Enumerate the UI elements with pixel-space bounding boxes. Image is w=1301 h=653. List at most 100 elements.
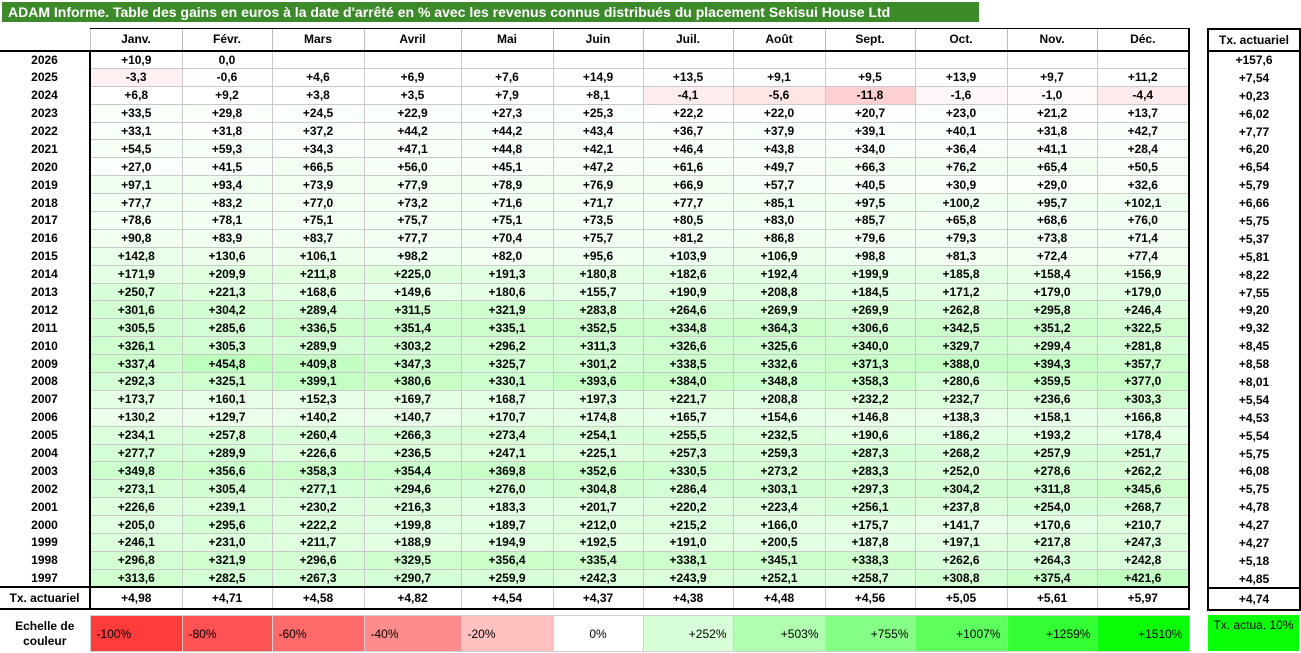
gain-cell: -4,1 <box>642 85 734 105</box>
gain-cell: +234,1 <box>89 425 183 445</box>
gain-cell: +193,2 <box>1006 425 1098 445</box>
gain-cell: +334,8 <box>642 318 734 338</box>
actuarial-rate-header: Tx. actuariel <box>1207 28 1301 52</box>
gain-cell: +409,8 <box>271 354 365 374</box>
actuarial-row: +8,01 <box>1207 373 1301 391</box>
gain-cell: +77,4 <box>1096 246 1190 266</box>
gain-cell: +295,6 <box>181 515 273 535</box>
month-header: Avril <box>363 28 461 52</box>
gain-cell: +81,2 <box>642 228 734 248</box>
table-row: 2026 +10,9 0,0 <box>0 50 1190 69</box>
gain-cell: +273,4 <box>460 425 554 445</box>
actuarial-row: +4,27 <box>1207 516 1301 535</box>
gain-cell: +325,7 <box>460 354 554 374</box>
month-header-row: Janv. Févr. Mars Avril Mai Juin Juil. Août Sept.… <box>0 28 1190 52</box>
gain-cell: +166,0 <box>732 515 826 535</box>
table-row: 2004 +277,7 +289,9 +226,6 +236,5 +247,1 +225,1… <box>0 443 1190 463</box>
gain-cell: +80,5 <box>642 211 734 230</box>
gain-cell: +95,7 <box>1006 193 1098 213</box>
actuarial-row: +7,54 <box>1207 68 1301 87</box>
gain-cell: +190,6 <box>824 425 916 445</box>
gain-cell: +33,1 <box>89 121 183 141</box>
year-column-header <box>0 28 90 52</box>
gain-cell: +197,3 <box>552 389 644 409</box>
gain-cell: +73,2 <box>363 193 462 213</box>
actuarial-rate-cell: +9,20 <box>1207 301 1301 320</box>
gain-cell: +296,2 <box>460 336 554 356</box>
gain-cell: +321,9 <box>460 300 554 320</box>
actuarial-row: +8,22 <box>1207 265 1301 284</box>
table-row: 2009 +337,4 +454,8 +409,8 +347,3 +325,7 +301,2… <box>0 354 1190 374</box>
actuarial-footer-cell: +4,38 <box>642 586 734 611</box>
gain-cell: +237,8 <box>914 497 1008 517</box>
gain-cell: +268,2 <box>914 443 1008 463</box>
gain-cell: +174,8 <box>552 407 644 427</box>
gain-cell: +56,0 <box>363 157 462 177</box>
gain-cell: +3,8 <box>271 85 365 105</box>
actuarial-row: +6,66 <box>1207 194 1301 213</box>
table-row: 2005 +234,1 +257,8 +260,4 +266,3 +273,4 +254,1… <box>0 425 1190 445</box>
gain-cell: +43,4 <box>552 121 644 141</box>
actuarial-rate-cell: +6,20 <box>1207 140 1301 159</box>
actuarial-row: +5,75 <box>1207 212 1301 230</box>
gain-cell: +11,2 <box>1096 67 1190 87</box>
actuarial-footer-label: Tx. actuariel <box>0 586 91 611</box>
gain-cell: +259,3 <box>732 443 826 463</box>
gain-cell: -4,4 <box>1096 85 1190 105</box>
gain-cell: +180,6 <box>460 282 554 302</box>
actuarial-rate-cell: +4,53 <box>1207 408 1301 427</box>
row-year: 2014 <box>0 265 91 284</box>
gain-cell: +39,1 <box>824 121 916 141</box>
gain-cell: +31,8 <box>181 121 273 141</box>
gain-cell: +44,2 <box>363 121 462 141</box>
actuarial-row: +9,32 <box>1207 319 1301 338</box>
gain-cell: +342,5 <box>914 318 1008 338</box>
gain-cell: +199,9 <box>824 264 916 284</box>
actuarial-rate-cell: +5,54 <box>1207 390 1301 409</box>
gain-cell: +106,9 <box>732 246 826 266</box>
gain-cell: +393,6 <box>552 372 644 391</box>
gain-cell: +351,4 <box>363 318 462 338</box>
gain-cell: +254,1 <box>552 425 644 445</box>
gain-cell: +236,6 <box>1006 389 1098 409</box>
gain-cell: +40,1 <box>914 121 1008 141</box>
row-year: 2007 <box>0 390 91 409</box>
gain-cell: +388,0 <box>914 354 1008 374</box>
gain-cell: +66,9 <box>642 175 734 195</box>
gain-cell: +28,4 <box>1096 139 1190 159</box>
gain-cell: +85,7 <box>824 211 916 230</box>
gain-cell: +49,7 <box>732 157 826 177</box>
gain-cell: +182,6 <box>642 264 734 284</box>
gain-cell: +66,5 <box>271 157 365 177</box>
gain-cell: +311,3 <box>552 336 644 356</box>
gain-cell: +168,6 <box>271 282 365 302</box>
gain-cell: +215,2 <box>642 515 734 535</box>
gain-cell: +345,1 <box>732 550 826 570</box>
color-scale: Echelle de couleur -100% -80% -60% -40% -20%… <box>0 615 1190 652</box>
gain-cell: +337,4 <box>89 354 183 374</box>
gain-cell: +183,3 <box>460 497 554 517</box>
gain-cell: +95,6 <box>552 246 644 266</box>
gain-cell: +158,1 <box>1006 407 1098 427</box>
gain-cell: -1,0 <box>1006 85 1098 105</box>
gain-cell: +36,7 <box>642 121 734 141</box>
gain-cell: +45,1 <box>460 157 554 177</box>
gain-cell: +232,5 <box>732 425 826 445</box>
gain-cell: +97,5 <box>824 193 916 213</box>
actuarial-footer-cell: +4,82 <box>363 586 462 611</box>
gain-cell: +82,0 <box>460 246 554 266</box>
gain-cell: +208,8 <box>732 282 826 302</box>
actuarial-total-cell: +4,74 <box>1207 586 1301 611</box>
gain-cell: +73,8 <box>1006 228 1098 248</box>
gain-cell: +454,8 <box>181 354 273 374</box>
actuarial-rate-cell: +0,23 <box>1207 86 1301 105</box>
month-header: Nov. <box>1006 28 1097 52</box>
gain-cell: +375,4 <box>1006 568 1098 588</box>
color-scale-swatch: +252% <box>642 615 734 652</box>
gain-cell: +129,7 <box>181 407 273 427</box>
table-row: 2000 +205,0 +295,6 +222,2 +199,8 +189,7 +212,0… <box>0 515 1190 535</box>
table-row: 2018 +77,7 +83,2 +77,0 +73,2 +71,6 +71,7 +77,7 +… <box>0 193 1190 213</box>
gain-cell: +273,1 <box>89 479 183 499</box>
month-header: Mars <box>271 28 364 52</box>
actuarial-rate-cell: +4,85 <box>1207 569 1301 588</box>
